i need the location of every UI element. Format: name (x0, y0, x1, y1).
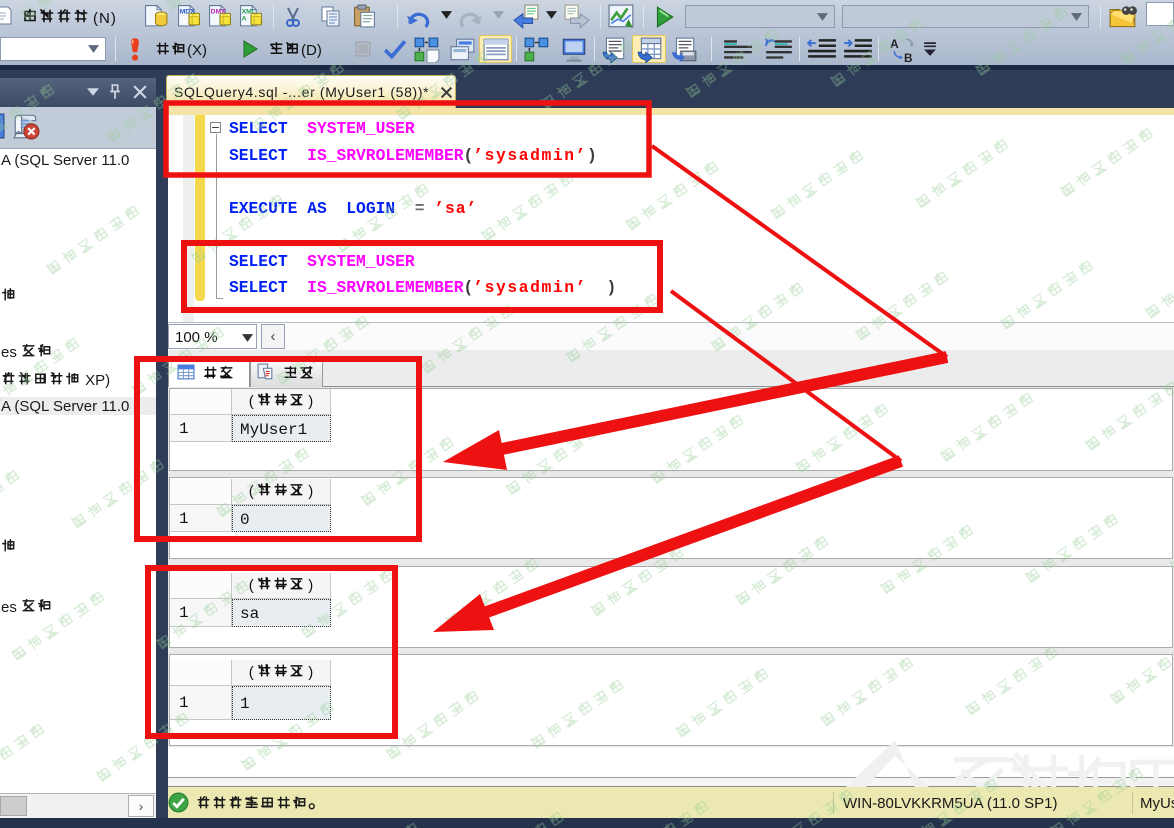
svg-text:A: A (890, 38, 899, 51)
svg-text:A: A (242, 16, 247, 23)
svg-text:B: B (904, 52, 913, 64)
